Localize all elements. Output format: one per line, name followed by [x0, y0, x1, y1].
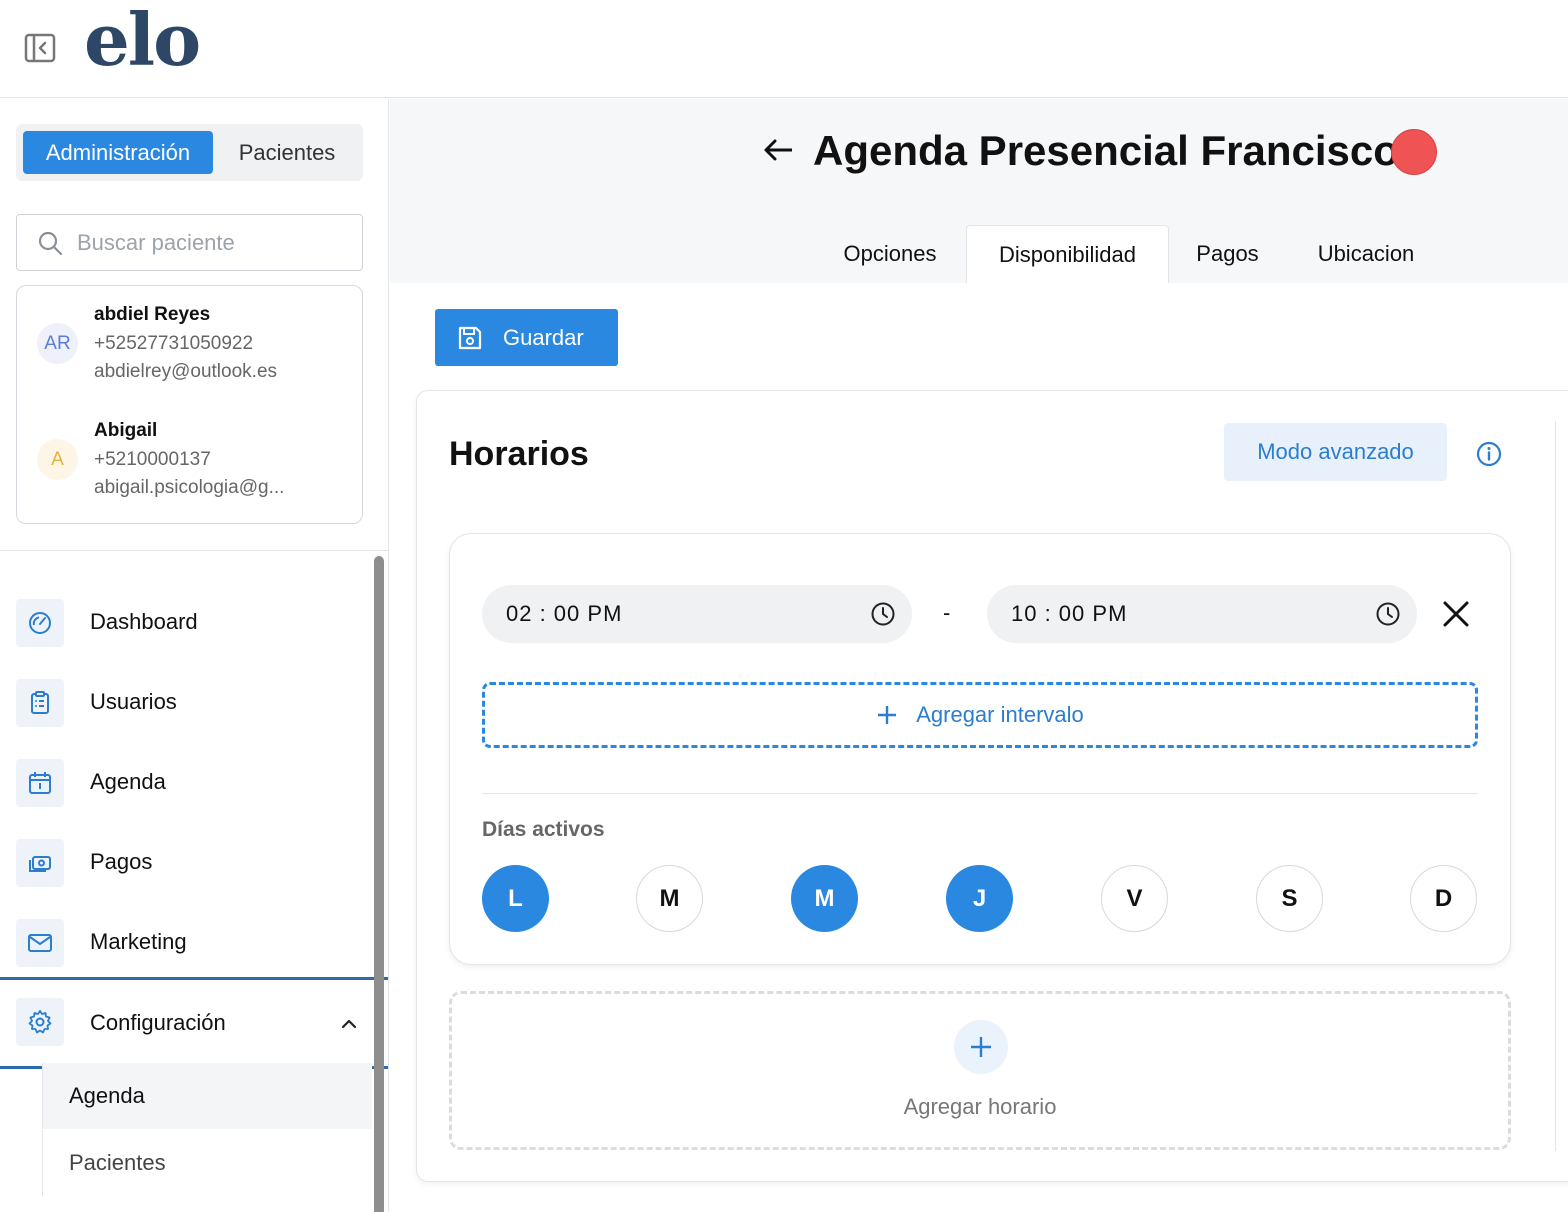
- info-icon[interactable]: [1475, 440, 1503, 473]
- subnav-item-agenda[interactable]: Agenda: [42, 1063, 372, 1129]
- search-icon: [38, 231, 63, 255]
- schedule-slot: 02 : 00 PM - 10 : 00 PM Agregar interval…: [449, 533, 1511, 965]
- search-box: [16, 214, 363, 271]
- patient-item[interactable]: A Abigail +5210000137 abigail.psicologia…: [17, 416, 362, 516]
- avatar: A: [37, 439, 78, 480]
- day-toggle-jueves[interactable]: J: [946, 865, 1013, 932]
- status-indicator: [1391, 129, 1437, 175]
- tab-opciones[interactable]: Opciones: [820, 225, 960, 283]
- divider: [1555, 421, 1556, 1151]
- subnav-item-label: Pacientes: [69, 1150, 166, 1175]
- sidebar-item-label: Pagos: [90, 849, 153, 874]
- divider: [482, 793, 1478, 794]
- sidebar-item-label: Configuración: [90, 1010, 226, 1035]
- segment-administracion[interactable]: Administración: [23, 131, 213, 174]
- section-title: Horarios: [449, 435, 589, 473]
- page-title: Agenda Presencial Francisco: [813, 127, 1399, 174]
- chevron-up-icon[interactable]: [340, 1016, 358, 1034]
- sidebar-item-dashboard[interactable]: Dashboard: [0, 583, 372, 663]
- top-bar: elo: [0, 0, 1568, 98]
- patient-phone: +5210000137: [94, 449, 211, 470]
- subnav-item-pacientes[interactable]: Pacientes: [42, 1130, 372, 1196]
- divider: [0, 550, 388, 551]
- patient-name: Abigail: [94, 420, 158, 441]
- main-content: Agenda Presencial Francisco Opciones Dis…: [390, 99, 1568, 1212]
- add-schedule-label: Agregar horario: [903, 1094, 1057, 1119]
- sidebar-item-label: Marketing: [90, 929, 187, 954]
- sidebar-scrollbar[interactable]: [374, 556, 384, 1212]
- day-toggle-domingo[interactable]: D: [1410, 865, 1477, 932]
- tab-ubicacion[interactable]: Ubicacion: [1290, 225, 1442, 283]
- sidebar-item-pagos[interactable]: Pagos: [0, 823, 372, 903]
- patient-email: abdielrey@outlook.es: [94, 361, 278, 382]
- tab-disponibilidad[interactable]: Disponibilidad: [966, 225, 1169, 283]
- patient-email: abigail.psicologia@g...: [94, 477, 285, 498]
- plus-icon: [954, 1020, 1008, 1074]
- sidebar-item-label: Usuarios: [90, 689, 177, 714]
- patient-list: AR abdiel Reyes +52527731050922 abdielre…: [16, 285, 363, 524]
- add-schedule-button[interactable]: Agregar horario: [449, 991, 1511, 1150]
- sidebar-item-label: Dashboard: [90, 609, 198, 634]
- clipboard-icon: [16, 679, 64, 727]
- end-time-value: 10 : 00 PM: [1011, 601, 1128, 626]
- day-toggle-miercoles[interactable]: M: [791, 865, 858, 932]
- segment-pacientes[interactable]: Pacientes: [217, 131, 357, 174]
- tab-pagos[interactable]: Pagos: [1175, 225, 1280, 283]
- start-time-value: 02 : 00 PM: [506, 601, 623, 626]
- save-button[interactable]: Guardar: [435, 309, 618, 366]
- start-time-input[interactable]: 02 : 00 PM: [482, 585, 912, 643]
- add-interval-label: Agregar intervalo: [916, 702, 1084, 727]
- logo: elo: [84, 0, 201, 82]
- back-arrow-icon[interactable]: [762, 135, 794, 170]
- calendar-icon: [16, 759, 64, 807]
- subnav-item-label: Agenda: [69, 1083, 145, 1108]
- clock-icon: [1376, 602, 1400, 626]
- day-toggle-viernes[interactable]: V: [1101, 865, 1168, 932]
- plus-icon: [878, 706, 897, 724]
- sidebar: Administración Pacientes AR abdiel Reyes…: [0, 99, 389, 1212]
- time-separator: -: [943, 600, 951, 625]
- gear-icon: [16, 998, 64, 1046]
- dashboard-icon: [16, 599, 64, 647]
- avatar: AR: [37, 323, 78, 364]
- patient-item[interactable]: AR abdiel Reyes +52527731050922 abdielre…: [17, 300, 362, 400]
- active-days-label: Días activos: [482, 818, 605, 841]
- mail-icon: [16, 919, 64, 967]
- add-interval-button[interactable]: Agregar intervalo: [482, 682, 1478, 748]
- end-time-input[interactable]: 10 : 00 PM: [987, 585, 1417, 643]
- day-toggle-lunes[interactable]: L: [482, 865, 549, 932]
- patient-name: abdiel Reyes: [94, 304, 211, 325]
- search-input[interactable]: [77, 229, 337, 256]
- patient-phone: +52527731050922: [94, 333, 254, 354]
- page-header: Agenda Presencial Francisco Opciones Dis…: [390, 99, 1568, 283]
- day-toggle-martes[interactable]: M: [636, 865, 703, 932]
- sidebar-item-agenda[interactable]: Agenda: [0, 743, 372, 823]
- sidebar-item-usuarios[interactable]: Usuarios: [0, 663, 372, 743]
- advanced-mode-button[interactable]: Modo avanzado: [1224, 423, 1447, 481]
- save-button-label: Guardar: [503, 324, 584, 350]
- sidebar-item-marketing[interactable]: Marketing: [0, 903, 372, 983]
- clock-icon: [871, 602, 895, 626]
- sidebar-collapse-icon[interactable]: [24, 33, 56, 63]
- close-icon[interactable]: [1442, 600, 1470, 633]
- sidebar-item-label: Agenda: [90, 769, 166, 794]
- schedule-card: Horarios Modo avanzado 02 : 00 PM - 10 :…: [416, 390, 1568, 1182]
- day-toggle-sabado[interactable]: S: [1256, 865, 1323, 932]
- mode-segmented-control: Administración Pacientes: [16, 124, 363, 181]
- cash-icon: [16, 839, 64, 887]
- save-icon: [458, 326, 482, 349]
- sidebar-item-configuracion[interactable]: Configuración: [0, 977, 388, 1069]
